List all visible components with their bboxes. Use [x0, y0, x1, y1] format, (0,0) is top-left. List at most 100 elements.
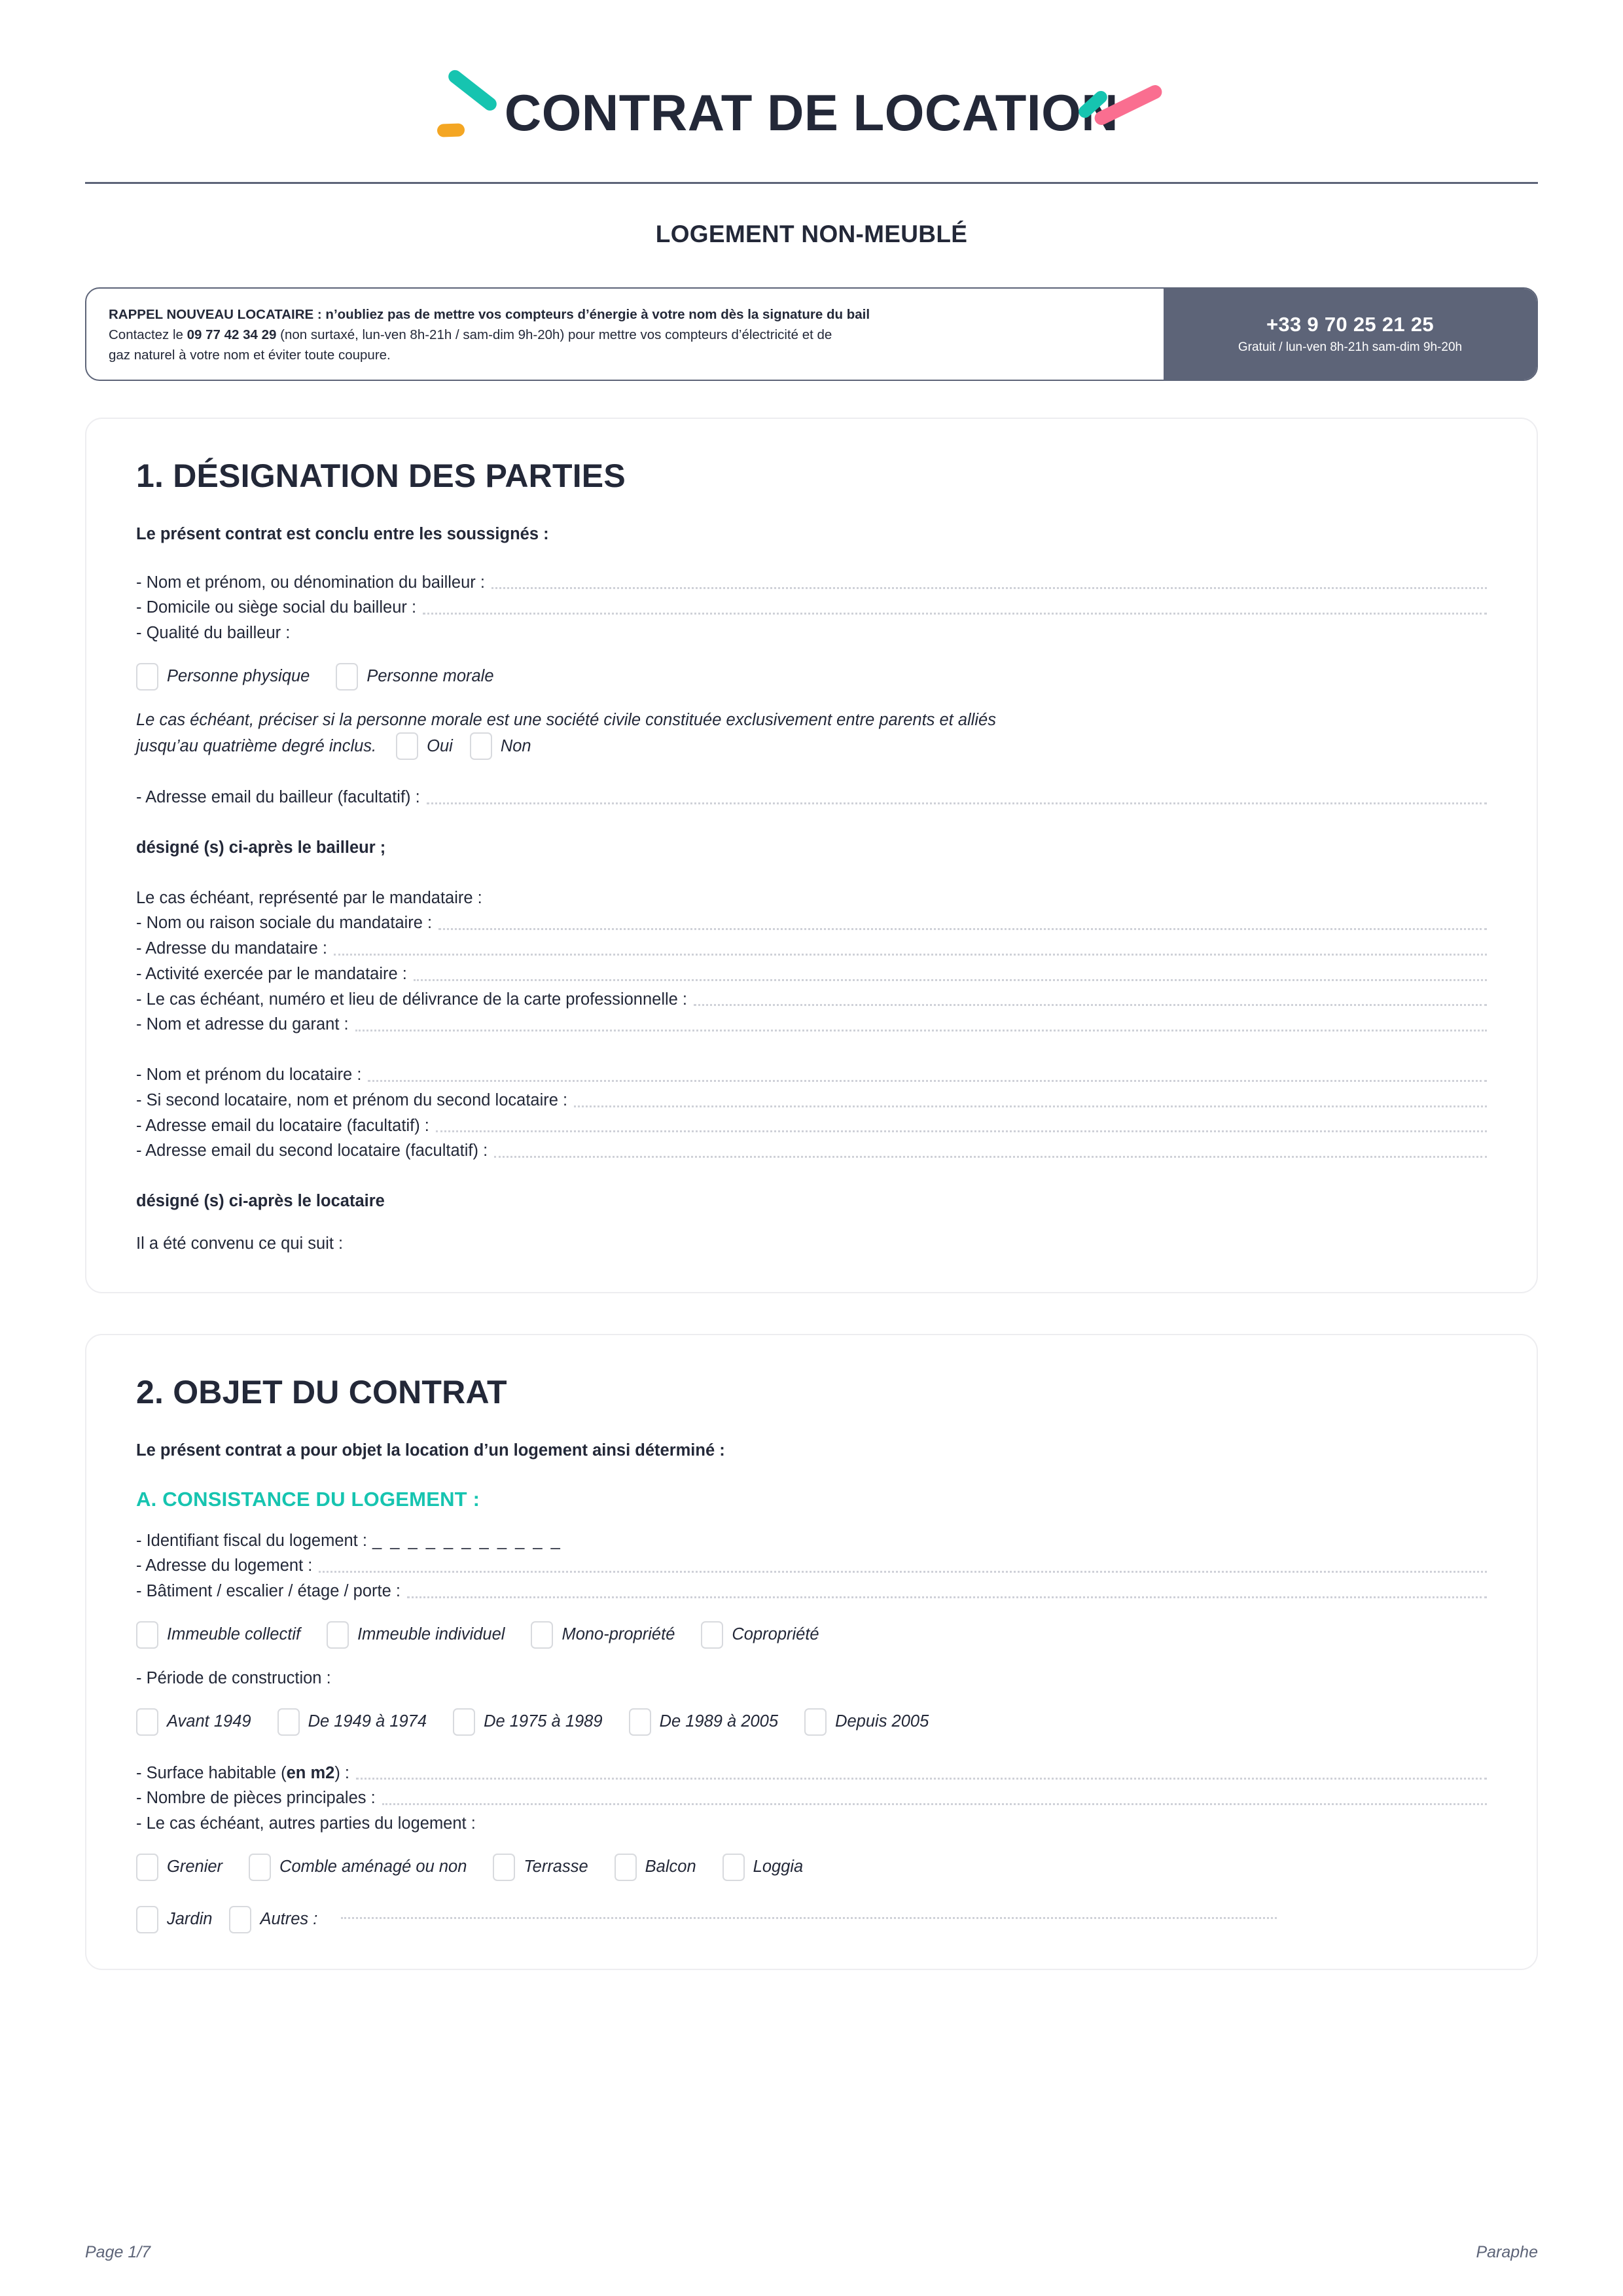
checkbox-box-icon[interactable] [136, 1853, 158, 1881]
checkbox-personne-physique[interactable]: Personne physique [136, 662, 310, 691]
field-dotted-line[interactable] [694, 1003, 1487, 1007]
checkbox-1949-1974[interactable]: De 1949 à 1974 [277, 1708, 427, 1736]
field-garant[interactable]: - Nom et adresse du garant : [136, 1012, 1487, 1037]
surface-label-suffix: ) : [334, 1763, 349, 1782]
checkbox-box-icon[interactable] [804, 1708, 827, 1736]
subsection-a-title: A. CONSISTANCE DU LOGEMENT : [136, 1487, 480, 1511]
checkbox-box-icon[interactable] [136, 662, 158, 691]
field-dotted-line[interactable] [426, 802, 1487, 804]
field-label: - Nom et prénom, ou dénomination du bail… [136, 573, 485, 592]
checkbox-autres[interactable]: Autres : [229, 1905, 317, 1933]
checkbox-immeuble-collectif[interactable]: Immeuble collectif [136, 1621, 300, 1649]
checkbox-avant-1949[interactable]: Avant 1949 [136, 1708, 251, 1736]
checkbox-box-icon[interactable] [722, 1853, 745, 1881]
checkbox-box-icon[interactable] [396, 732, 419, 760]
field-adresse-logement[interactable]: - Adresse du logement : [136, 1553, 1487, 1579]
checkbox-box-icon[interactable] [614, 1853, 637, 1881]
checkbox-box-icon[interactable] [136, 1708, 158, 1736]
checkbox-non[interactable]: Non [469, 732, 531, 760]
checkbox-oui[interactable]: Oui [396, 732, 453, 760]
checkbox-mono-propriete[interactable]: Mono-propriété [531, 1621, 675, 1649]
checkbox-box-icon[interactable] [336, 662, 359, 691]
checkbox-depuis-2005[interactable]: Depuis 2005 [804, 1708, 929, 1736]
checkbox-box-icon[interactable] [469, 732, 492, 760]
checkbox-comble[interactable]: Comble aménagé ou non [249, 1853, 467, 1881]
checkbox-box-icon[interactable] [628, 1708, 651, 1736]
field-label: - Le cas échéant, autres parties du loge… [136, 1814, 476, 1833]
checkbox-copropriete[interactable]: Copropriété [701, 1621, 819, 1649]
paraphe-label: Paraphe [1476, 2243, 1538, 2261]
field-second-locataire[interactable]: - Si second locataire, nom et prénom du … [136, 1088, 1487, 1113]
checkbox-balcon[interactable]: Balcon [614, 1853, 696, 1881]
field-email-bailleur[interactable]: - Adresse email du bailleur (facultatif)… [136, 785, 1487, 810]
checkbox-box-icon[interactable] [229, 1905, 252, 1933]
field-nombre-pieces[interactable]: - Nombre de pièces principales : [136, 1785, 1487, 1811]
field-dotted-line[interactable] [355, 1029, 1487, 1031]
checkbox-grenier[interactable]: Grenier [136, 1853, 223, 1881]
field-dotted-line[interactable] [334, 953, 1487, 956]
checkbox-terrasse[interactable]: Terrasse [493, 1853, 588, 1881]
field-nom-mandataire[interactable]: - Nom ou raison sociale du mandataire : [136, 910, 1487, 936]
checkbox-box-icon[interactable] [453, 1708, 476, 1736]
field-label: - Le cas échéant, numéro et lieu de déli… [136, 990, 687, 1009]
convenu-line: Il a été convenu ce qui suit : [136, 1234, 344, 1253]
checkbox-1989-2005[interactable]: De 1989 à 2005 [628, 1708, 779, 1736]
checkbox-box-icon[interactable] [701, 1621, 724, 1649]
checkbox-1975-1989[interactable]: De 1975 à 1989 [453, 1708, 603, 1736]
checkbox-loggia[interactable]: Loggia [722, 1853, 804, 1881]
checkbox-immeuble-individuel[interactable]: Immeuble individuel [327, 1621, 505, 1649]
reminder-contact-prefix: Contactez le [109, 327, 187, 343]
field-identifiant-fiscal[interactable]: - Identifiant fiscal du logement : _ _ _… [136, 1528, 1487, 1554]
section-card-2: 2. OBJET DU CONTRAT Le présent contrat a… [85, 1333, 1538, 1970]
field-dotted-line[interactable] [319, 1570, 1487, 1573]
page-title: CONTRAT DE LOCATION [504, 84, 1119, 141]
field-email-locataire[interactable]: - Adresse email du locataire (facultatif… [136, 1113, 1487, 1139]
autres-dotted-line[interactable] [341, 1916, 1277, 1919]
field-carte-professionnelle[interactable]: - Le cas échéant, numéro et lieu de déli… [136, 987, 1487, 1013]
field-adresse-mandataire[interactable]: - Adresse du mandataire : [136, 936, 1487, 961]
field-dotted-line[interactable] [574, 1105, 1487, 1107]
field-dotted-line[interactable] [435, 1130, 1487, 1133]
checkbox-label: Avant 1949 [167, 1712, 251, 1731]
document-header: CONTRAT DE LOCATION LOGEMENT NON-MEUBLÉ [85, 0, 1538, 248]
checkbox-box-icon[interactable] [136, 1621, 158, 1649]
note-societe-civile-line2-row: jusqu’au quatrième degré inclus. Oui Non [136, 732, 1487, 760]
field-dotted-line[interactable] [494, 1155, 1487, 1158]
field-dotted-line[interactable] [406, 1596, 1487, 1598]
field-email-second-locataire[interactable]: - Adresse email du second locataire (fac… [136, 1138, 1487, 1164]
checkbox-box-icon[interactable] [327, 1621, 349, 1649]
checkbox-box-icon[interactable] [277, 1708, 300, 1736]
note-societe-civile-line2: jusqu’au quatrième degré inclus. [136, 736, 377, 755]
checkbox-label: Loggia [753, 1857, 804, 1876]
field-dotted-line[interactable] [382, 1803, 1487, 1805]
checkbox-box-icon[interactable] [493, 1853, 516, 1881]
field-domicile-bailleur[interactable]: - Domicile ou siège social du bailleur : [136, 595, 1487, 620]
field-batiment-escalier[interactable]: - Bâtiment / escalier / étage / porte : [136, 1579, 1487, 1604]
field-nom-bailleur[interactable]: - Nom et prénom, ou dénomination du bail… [136, 570, 1487, 596]
field-dotted-line[interactable] [423, 612, 1487, 615]
checkbox-personne-morale[interactable]: Personne morale [336, 662, 494, 691]
field-label: - Bâtiment / escalier / étage / porte : [136, 1582, 401, 1600]
field-dotted-line[interactable] [491, 586, 1487, 590]
identifiant-fiscal-placeholder[interactable]: _ _ _ _ _ _ _ _ _ _ _ [372, 1528, 562, 1554]
checkbox-box-icon[interactable] [136, 1905, 158, 1933]
checkbox-box-icon[interactable] [249, 1853, 272, 1881]
checkbox-group-qualite-bailleur: Personne physique Personne morale [136, 662, 1487, 691]
field-label: - Adresse email du second locataire (fac… [136, 1141, 488, 1160]
field-dotted-line[interactable] [356, 1777, 1487, 1780]
checkbox-box-icon[interactable] [531, 1621, 554, 1649]
checkbox-group-periode-construction: Avant 1949 De 1949 à 1974 De 1975 à 1989… [136, 1708, 1487, 1736]
checkbox-label: De 1989 à 2005 [659, 1712, 779, 1731]
field-dotted-line[interactable] [413, 978, 1487, 981]
field-activite-mandataire[interactable]: - Activité exercée par le mandataire : [136, 961, 1487, 987]
field-nom-locataire[interactable]: - Nom et prénom du locataire : [136, 1062, 1487, 1088]
field-label: - Surface habitable (en m2) : [136, 1761, 349, 1786]
field-surface-habitable[interactable]: - Surface habitable (en m2) : [136, 1761, 1487, 1786]
phone-callout[interactable]: +33 9 70 25 21 25 Gratuit / lun-ven 8h-2… [1164, 289, 1537, 380]
field-dotted-line[interactable] [368, 1079, 1487, 1082]
checkbox-jardin[interactable]: Jardin [136, 1905, 212, 1933]
field-dotted-line[interactable] [438, 927, 1487, 930]
